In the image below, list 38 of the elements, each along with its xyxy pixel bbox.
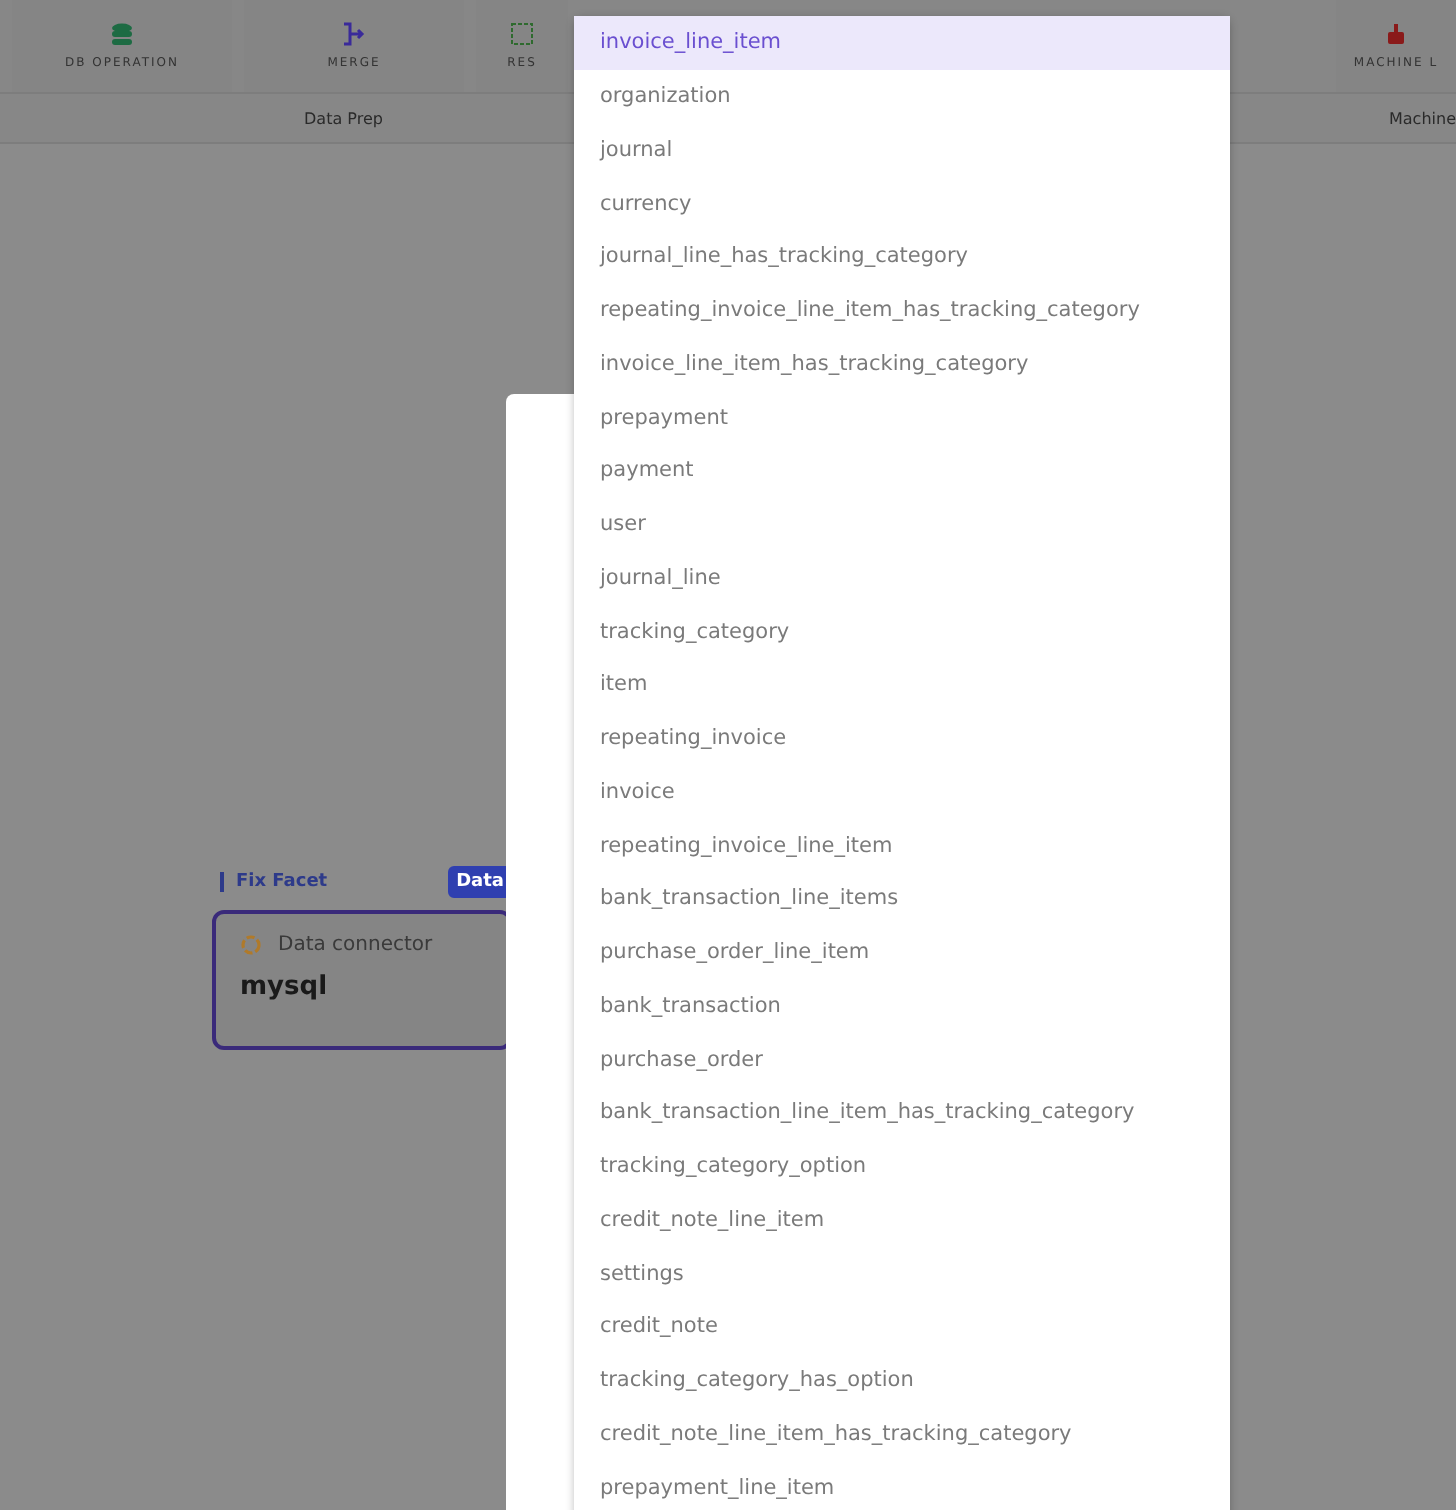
database-icon: [110, 22, 134, 46]
dropdown-option[interactable]: repeating_invoice_line_item: [574, 818, 1230, 872]
dropdown-option[interactable]: bank_transaction_line_item_has_tracking_category: [574, 1086, 1230, 1140]
dropdown-option[interactable]: purchase_order_line_item: [574, 925, 1230, 979]
dropdown-option[interactable]: journal_line_has_tracking_category: [574, 230, 1230, 284]
dropdown-option[interactable]: bank_transaction_line_items: [574, 872, 1230, 926]
node-card[interactable]: Data connector mysql: [212, 910, 512, 1050]
dropdown-option[interactable]: tracking_category: [574, 604, 1230, 658]
dropdown-option[interactable]: invoice_line_item: [574, 16, 1230, 70]
dropdown-option[interactable]: invoice: [574, 765, 1230, 819]
dropdown-option[interactable]: credit_note_line_item_has_tracking_category: [574, 1407, 1230, 1461]
dropdown-option[interactable]: prepayment: [574, 390, 1230, 444]
section-label: Machine: [1389, 109, 1456, 127]
dropdown-option[interactable]: bank_transaction: [574, 979, 1230, 1033]
dropdown-option[interactable]: credit_note_line_item: [574, 1193, 1230, 1247]
dropdown-option[interactable]: payment: [574, 444, 1230, 498]
merge-icon: [342, 22, 366, 46]
section-label: Data Prep: [304, 109, 383, 127]
dropdown-option[interactable]: credit_note: [574, 1300, 1230, 1354]
dropdown-option[interactable]: settings: [574, 1246, 1230, 1300]
dropdown-option[interactable]: repeating_invoice: [574, 711, 1230, 765]
dropdown-option[interactable]: item: [574, 658, 1230, 712]
dropdown-option[interactable]: user: [574, 497, 1230, 551]
dropdown-option[interactable]: invoice_line_item_has_tracking_category: [574, 337, 1230, 391]
dropdown-option[interactable]: repeating_invoice_line_item_has_tracking_category: [574, 283, 1230, 337]
dropdown-option[interactable]: journal_line: [574, 551, 1230, 605]
connector-icon: [240, 934, 262, 956]
dropdown-option[interactable]: prepayment_line_item: [574, 1460, 1230, 1510]
dropdown-option[interactable]: currency: [574, 176, 1230, 230]
dropdown-option[interactable]: organization: [574, 69, 1230, 123]
node-type: Data connector: [278, 934, 433, 956]
dropdown-option[interactable]: purchase_order: [574, 1032, 1230, 1086]
node-tag: Fix Facet: [220, 872, 328, 892]
node-name: mysql: [240, 972, 330, 1002]
dropdown-option[interactable]: tracking_category_option: [574, 1139, 1230, 1193]
dropdown-option[interactable]: tracking_category_has_option: [574, 1353, 1230, 1407]
node-badge: Data: [448, 866, 512, 898]
dropdown-option[interactable]: journal: [574, 123, 1230, 177]
